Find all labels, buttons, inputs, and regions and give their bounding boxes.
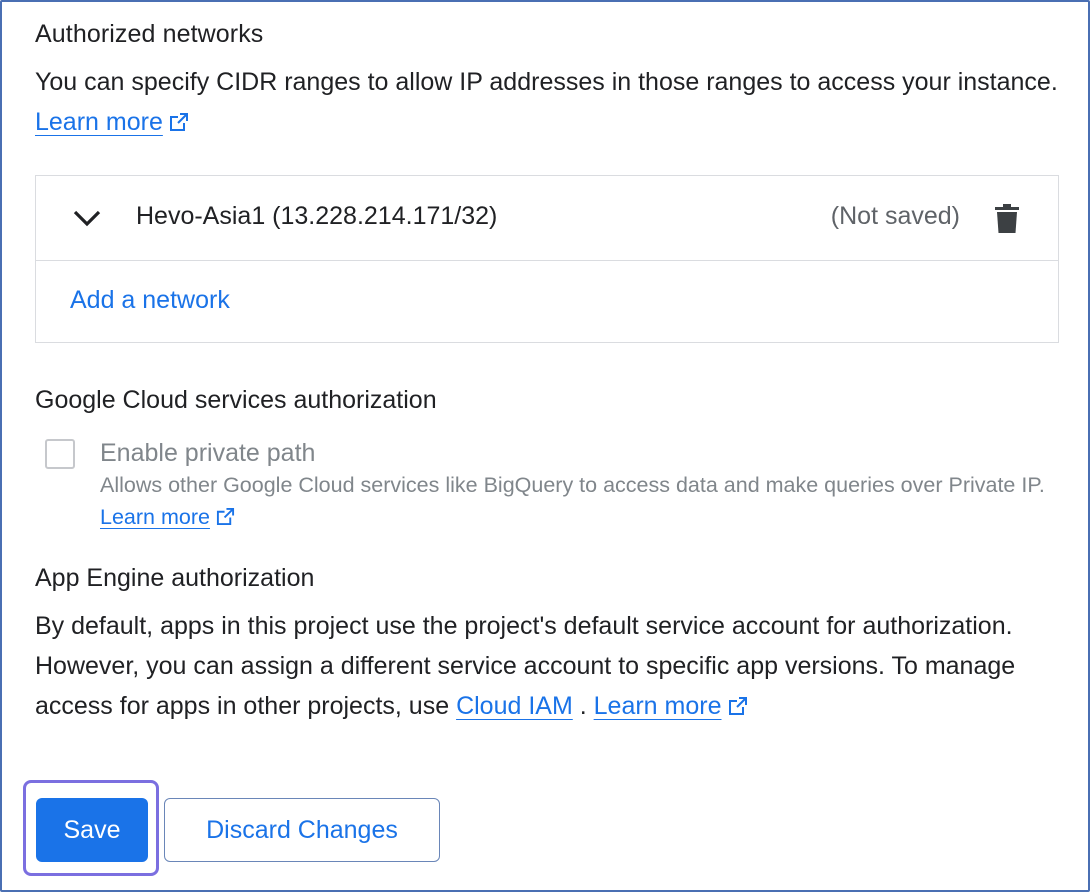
authorization-panel: Authorized networks You can specify CIDR… [0,0,1090,892]
authorized-networks-description: You can specify CIDR ranges to allow IP … [35,62,1065,142]
trash-icon[interactable] [994,204,1020,234]
external-link-icon [216,507,235,526]
network-list: Hevo-Asia1 (13.228.214.171/32) (Not save… [35,175,1059,343]
network-status: (Not saved) [830,202,960,230]
network-row[interactable]: Hevo-Asia1 (13.228.214.171/32) (Not save… [36,176,1058,261]
private-path-help-text-body: Allows other Google Cloud services like … [100,473,1045,497]
add-network-link[interactable]: Add a network [70,286,230,315]
learn-more-text: Learn more [35,108,163,136]
enable-private-path-checkbox[interactable] [45,439,75,469]
discard-changes-button[interactable]: Discard Changes [164,798,440,862]
separator-text: . [579,692,587,720]
authorized-networks-learn-more-link[interactable]: Learn more [35,108,189,136]
learn-more-text: Learn more [593,692,722,720]
network-name: Hevo-Asia1 (13.228.214.171/32) [136,202,498,230]
authorized-networks-title: Authorized networks [35,20,264,48]
gcs-authorization-title: Google Cloud services authorization [35,386,437,414]
authorized-networks-description-text: You can specify CIDR ranges to allow IP … [35,68,1058,96]
learn-more-text: Learn more [100,505,210,529]
cloud-iam-link[interactable]: Cloud IAM [456,692,573,720]
external-link-icon [728,697,747,715]
save-button[interactable]: Save [36,798,148,862]
external-link-icon [169,113,188,131]
app-engine-description: By default, apps in this project use the… [35,606,1065,726]
app-engine-authorization-title: App Engine authorization [35,564,315,592]
chevron-down-icon[interactable] [72,206,102,230]
app-engine-learn-more-link[interactable]: Learn more [594,692,748,720]
private-path-learn-more-link[interactable]: Learn more [100,505,235,529]
enable-private-path-label: Enable private path [100,439,316,467]
private-path-help-text: Allows other Google Cloud services like … [100,469,1060,533]
